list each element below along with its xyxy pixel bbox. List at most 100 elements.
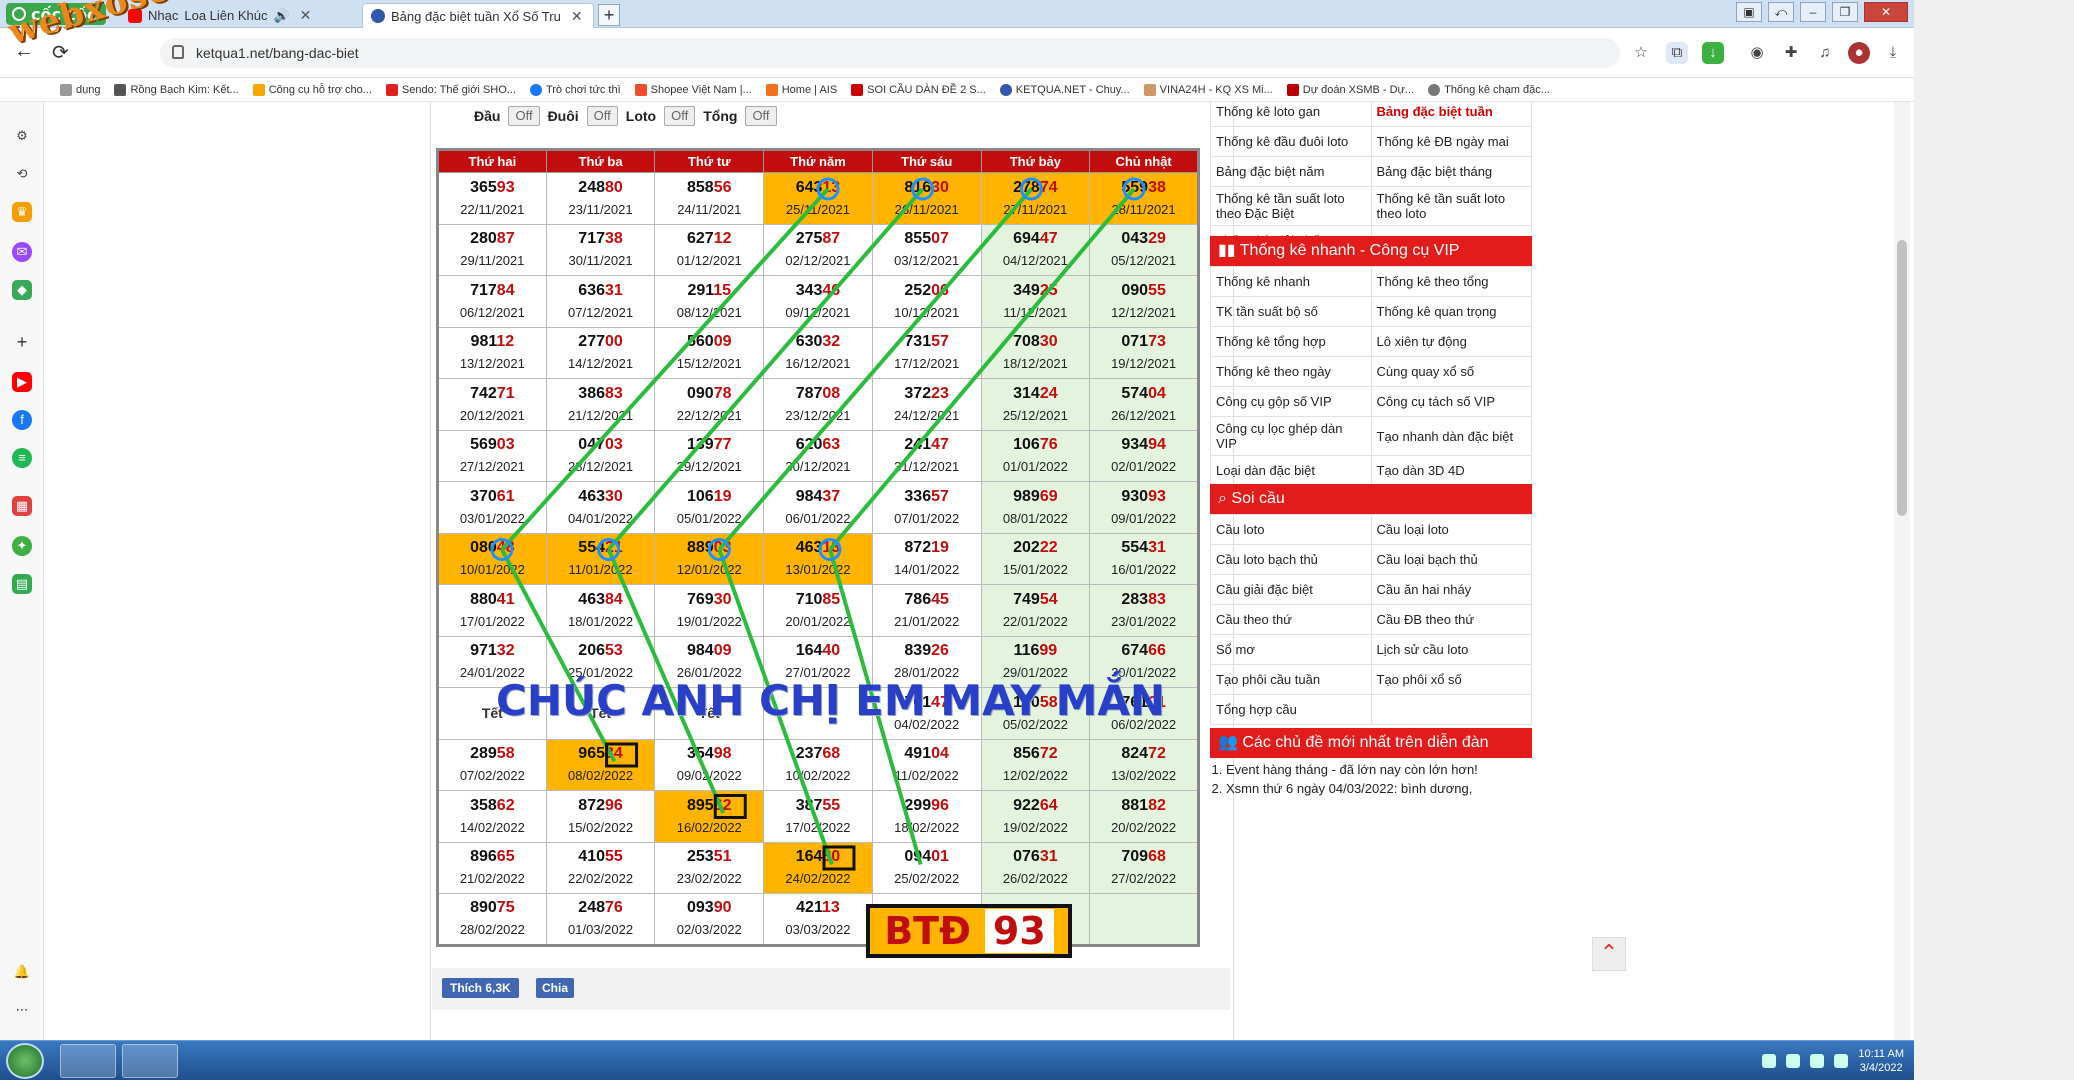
sidebar-link[interactable]: Cầu loto bạch thủ (1210, 544, 1372, 575)
bookmark-item[interactable]: Sendo: Thế giới SHO... (385, 83, 516, 96)
forum-topic[interactable]: Xsmn thứ 6 ngày 04/03/2022: bình dương, (1226, 779, 1532, 798)
bookmark-item[interactable]: VINA24H - KQ XS Mi... (1143, 83, 1273, 96)
chrome-icon[interactable]: ◉ (1746, 42, 1768, 64)
bookmark-item[interactable]: Rồng Bạch Kim: Kết... (114, 83, 239, 96)
sidebar-link[interactable]: Bảng đặc biệt tháng (1370, 156, 1532, 187)
bookmark-item[interactable]: SOI CẦU DÀN ĐỀ 2 S... (851, 83, 986, 96)
sidebar-link[interactable]: Tạo phôi xổ số (1370, 664, 1532, 695)
crown-icon[interactable]: ♛ (12, 202, 32, 222)
bookmark-item[interactable]: Trò chơi tức thì (529, 83, 621, 96)
sidebar-link[interactable]: Thống kê tổng hợp (1210, 326, 1372, 357)
bookmark-item[interactable]: Home | AIS (765, 83, 837, 96)
gear-icon[interactable]: ⚙ (12, 126, 32, 146)
sheet-icon[interactable]: ▤ (12, 574, 32, 594)
toggle-tong[interactable]: Off (745, 106, 777, 126)
volume-icon[interactable] (1786, 1054, 1801, 1068)
sidebar-link[interactable]: Thống kê tần suất loto theo Đặc Biệt (1210, 186, 1372, 226)
sidebar-link[interactable]: Công cụ gộp số VIP (1210, 386, 1372, 417)
screenshot-icon[interactable]: ▣ (1736, 2, 1762, 22)
download-icon[interactable]: ⤓ (1882, 42, 1904, 64)
spotify-icon[interactable]: ≡ (12, 448, 32, 468)
sidebar-link[interactable]: Tạo dàn 3D 4D (1370, 455, 1532, 486)
scroll-to-top-button[interactable]: ⌃ (1592, 937, 1626, 971)
sidebar-link[interactable]: TK tần suất bộ số (1210, 296, 1372, 327)
sidebar-link[interactable]: Tổng hợp cầu (1210, 694, 1372, 725)
puzzle-icon[interactable]: ✚ (1780, 42, 1802, 64)
add-icon[interactable]: + (12, 332, 32, 352)
refresh-icon[interactable]: ⟳ (52, 40, 69, 65)
map-icon[interactable]: ✦ (12, 536, 32, 556)
toggle-duoi[interactable]: Off (586, 106, 618, 126)
bell-icon[interactable]: 🔔 (12, 962, 32, 982)
bookmark-item[interactable]: Dự đoán XSMB - Dự... (1286, 83, 1414, 96)
sidebar-link[interactable]: Cầu ăn hai nháy (1370, 574, 1532, 605)
sidebar-link[interactable]: Cùng quay xổ số (1370, 356, 1532, 387)
network-icon[interactable] (1762, 1054, 1777, 1068)
extension-icon[interactable]: ⧉ (1666, 42, 1688, 64)
folder-taskbar-icon[interactable] (122, 1044, 178, 1078)
sidebar-link[interactable]: Thống kê loto gan (1210, 102, 1372, 127)
close-icon[interactable]: ✕ (571, 8, 583, 25)
sidebar-link[interactable]: Thống kê đầu đuôi loto (1210, 126, 1372, 157)
new-tab-button[interactable]: + (598, 4, 620, 26)
facebook-like-button[interactable]: Thích 6,3K (442, 978, 519, 998)
sidebar-link[interactable]: Công cụ tách số VIP (1370, 386, 1532, 417)
forum-topic[interactable]: Event hàng tháng - đã lớn nay còn lớn hơ… (1226, 760, 1532, 779)
url-input[interactable]: ketqua1.net/bang-dac-biet (160, 38, 1620, 68)
sidebar-link[interactable]: Thống kê tần suất loto theo loto (1370, 186, 1532, 226)
restore-button[interactable]: ❐ (1832, 2, 1858, 22)
sidebar-link[interactable]: Cầu loại bạch thủ (1370, 544, 1532, 575)
bookmark-item[interactable]: Công cụ hỗ trợ cho... (252, 83, 372, 96)
facebook-icon[interactable]: f (12, 410, 32, 430)
download-green-icon[interactable]: ↓ (1702, 42, 1724, 64)
toggle-dau[interactable]: Off (508, 106, 540, 126)
sidebar-link[interactable]: Lô xiên tự động (1370, 326, 1532, 357)
sidebar-link[interactable]: Công cụ lọc ghép dàn VIP (1210, 416, 1372, 456)
sidebar-link[interactable]: Cầu loại loto (1370, 514, 1532, 545)
coccoc-taskbar-icon[interactable] (60, 1044, 116, 1078)
sidebar-link[interactable]: Cầu loto (1210, 514, 1372, 545)
sidebar-link[interactable]: Thống kê theo tổng (1370, 266, 1532, 297)
sidebar-link[interactable]: Cầu giải đặc biệt (1210, 574, 1372, 605)
bookmark-item[interactable]: KETQUA.NET - Chuy... (999, 83, 1130, 96)
sidebar-link[interactable]: Thống kê quan trọng (1370, 296, 1532, 327)
star-icon[interactable]: ☆ (1630, 42, 1652, 64)
more-icon[interactable]: ⋯ (12, 1000, 32, 1020)
playlist-icon[interactable]: ♫ (1814, 42, 1836, 64)
sidebar-link[interactable]: Thống kê nhanh (1210, 266, 1372, 297)
battery-icon[interactable] (1834, 1054, 1849, 1068)
speaker-icon[interactable]: 🔊 (273, 8, 289, 24)
clock[interactable]: 10:11 AM 3/4/2022 (1858, 1047, 1904, 1075)
sidebar-link[interactable]: Thống kê ĐB ngày mai (1370, 126, 1532, 157)
minimize-button[interactable]: – (1800, 2, 1826, 22)
sidebar-link[interactable]: Tạo nhanh dàn đặc biệt (1370, 416, 1532, 456)
gamepad-icon[interactable]: ◆ (12, 280, 32, 300)
close-icon[interactable]: ✕ (300, 7, 312, 24)
toggle-loto[interactable]: Off (664, 106, 696, 126)
bookmark-item[interactable]: Thống kê chạm đặc... (1428, 83, 1550, 96)
close-window-button[interactable]: ✕ (1864, 2, 1908, 22)
history-icon[interactable]: ⟲ (12, 164, 32, 184)
sidebar-link[interactable]: Thống kê theo ngày (1210, 356, 1372, 387)
sidebar-link[interactable]: Cầu theo thứ (1210, 604, 1372, 635)
tab-bang-dac-biet[interactable]: Bảng đặc biệt tuần Xổ Số Tru ✕ (362, 3, 594, 28)
bookmark-item[interactable]: Shopee Việt Nam |... (634, 83, 752, 96)
sidebar-link[interactable]: Tạo phôi cầu tuần (1210, 664, 1372, 695)
start-button[interactable] (6, 1043, 44, 1079)
sidebar-link[interactable]: Bảng đặc biệt tuần (1370, 102, 1532, 127)
messenger-icon[interactable]: ✉ (12, 242, 32, 262)
sidebar-link[interactable]: Cầu ĐB theo thứ (1370, 604, 1532, 635)
sidebar-link[interactable]: Lịch sử cầu loto (1370, 634, 1532, 665)
sidebar-link[interactable]: Loại dàn đặc biệt (1210, 455, 1372, 486)
flag-icon[interactable] (1810, 1054, 1825, 1068)
back-window-icon[interactable]: ⤺ (1768, 2, 1794, 22)
profile-icon[interactable]: ● (1848, 42, 1870, 64)
sidebar-link[interactable]: Sổ mơ (1210, 634, 1372, 665)
special-number: 76930 (687, 590, 732, 608)
facebook-share-button[interactable]: Chia (536, 978, 575, 998)
sidebar-link[interactable]: Bảng đặc biệt năm (1210, 156, 1372, 187)
scrollbar-thumb[interactable] (1897, 240, 1907, 516)
calendar-icon[interactable]: ▦ (12, 496, 32, 516)
youtube-icon[interactable]: ▶ (12, 372, 32, 392)
bookmark-item[interactable]: dụng (60, 83, 100, 96)
